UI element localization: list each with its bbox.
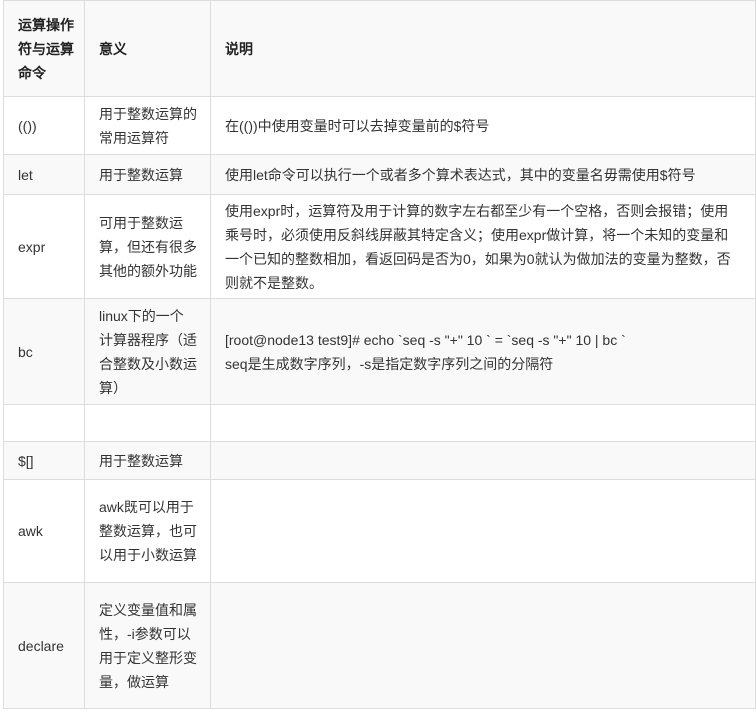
header-operator: 运算操作符与运算命令 bbox=[3, 0, 85, 97]
cell-description: [root@node13 test9]# echo `seq -s "+" 10… bbox=[210, 298, 756, 405]
operators-table: 运算操作符与运算命令 意义 说明 (()) 用于整数运算的常用运算符 在(())… bbox=[3, 0, 756, 709]
cell-operator bbox=[3, 404, 85, 442]
table-row: bc linux下的一个计算器程序（适合整数及小数运算） [root@node1… bbox=[3, 298, 756, 405]
table-row: (()) 用于整数运算的常用运算符 在(())中使用变量时可以去掉变量前的$符号 bbox=[3, 96, 756, 155]
table-row bbox=[3, 404, 756, 442]
cell-operator: (()) bbox=[3, 96, 85, 155]
table-row: declare 定义变量值和属性，-i参数可以用于定义整形变量，做运算 bbox=[3, 582, 756, 709]
cell-description: 在(())中使用变量时可以去掉变量前的$符号 bbox=[210, 96, 756, 155]
bc-command-line: [root@node13 test9]# echo `seq -s "+" 10… bbox=[225, 331, 626, 348]
cell-meaning: 用于整数运算 bbox=[84, 154, 211, 195]
cell-meaning: 用于整数运算的常用运算符 bbox=[84, 96, 211, 155]
header-description: 说明 bbox=[210, 0, 756, 97]
table-row: expr 可用于整数运算，但还有很多其他的额外功能 使用expr时，运算符及用于… bbox=[3, 194, 756, 299]
cell-description bbox=[210, 479, 756, 583]
cell-description bbox=[210, 441, 756, 480]
cell-meaning: 可用于整数运算，但还有很多其他的额外功能 bbox=[84, 194, 211, 299]
cell-operator: let bbox=[3, 154, 85, 195]
cell-meaning: linux下的一个计算器程序（适合整数及小数运算） bbox=[84, 298, 211, 405]
cell-meaning: awk既可以用于整数运算，也可以用于小数运算 bbox=[84, 479, 211, 583]
table-row: awk awk既可以用于整数运算，也可以用于小数运算 bbox=[3, 479, 756, 583]
cell-operator: awk bbox=[3, 479, 85, 583]
cell-meaning bbox=[84, 404, 211, 442]
cell-description bbox=[210, 582, 756, 709]
cell-description: 使用let命令可以执行一个或者多个算术表达式，其中的变量名毋需使用$符号 bbox=[210, 154, 756, 195]
cell-meaning: 定义变量值和属性，-i参数可以用于定义整形变量，做运算 bbox=[84, 582, 211, 709]
table-row: $[] 用于整数运算 bbox=[3, 441, 756, 480]
cell-operator: declare bbox=[3, 582, 85, 709]
table-header-row: 运算操作符与运算命令 意义 说明 bbox=[3, 0, 756, 97]
header-meaning: 意义 bbox=[84, 0, 211, 97]
cell-operator: expr bbox=[3, 194, 85, 299]
cell-description bbox=[210, 404, 756, 442]
cell-description: 使用expr时，运算符及用于计算的数字左右都至少有一个空格，否则会报错；使用乘号… bbox=[210, 194, 756, 299]
bc-note-line: seq是生成数字序列，-s是指定数字序列之间的分隔符 bbox=[225, 355, 554, 372]
cell-meaning: 用于整数运算 bbox=[84, 441, 211, 480]
cell-operator: bc bbox=[3, 298, 85, 405]
cell-operator: $[] bbox=[3, 441, 85, 480]
table-row: let 用于整数运算 使用let命令可以执行一个或者多个算术表达式，其中的变量名… bbox=[3, 154, 756, 195]
